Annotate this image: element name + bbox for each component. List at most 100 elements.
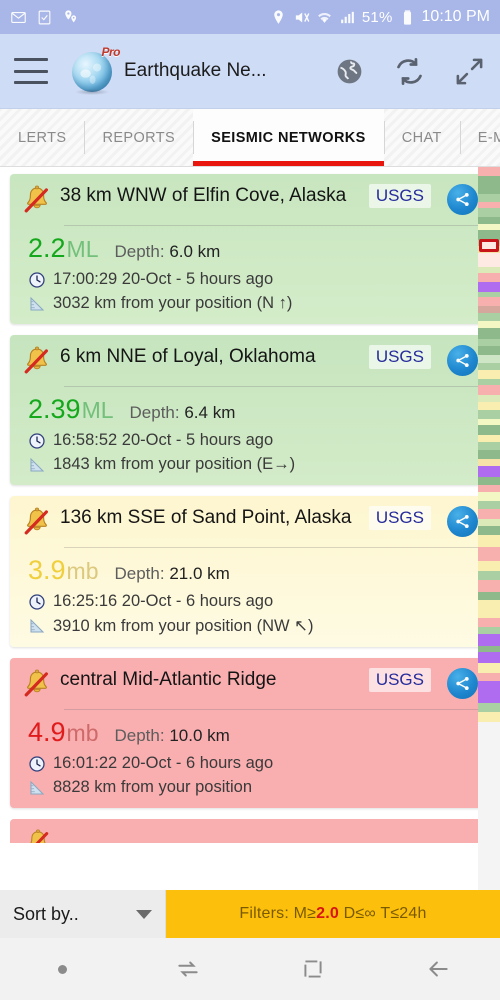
distance-row: 8828 km from your position (22, 778, 478, 797)
distance-row: 3032 km from your position (N ↑) (22, 294, 478, 313)
bell-muted-icon[interactable] (22, 507, 52, 539)
earthquake-card[interactable]: 38 km WNW of Elfin Cove, Alaska USGS 2.2 ML… (10, 174, 490, 324)
clock-icon (28, 593, 46, 611)
index-band (478, 208, 500, 217)
card-header: 38 km WNW of Elfin Cove, Alaska USGS (22, 183, 478, 217)
time-row: 16:01:22 20-Oct - 6 hours ago (22, 754, 478, 773)
magnitude-row: 2.2 ML Depth: 6.0 km (22, 232, 478, 265)
index-band (478, 561, 500, 571)
index-band (478, 442, 500, 450)
index-band (478, 306, 500, 313)
index-band (478, 681, 500, 703)
quake-location: 6 km NNE of Loyal, Oklahoma (60, 346, 316, 367)
index-band (478, 435, 500, 442)
share-button[interactable] (447, 184, 478, 215)
bell-muted-icon[interactable] (22, 346, 52, 378)
index-band (478, 346, 500, 355)
globe-icon (337, 59, 361, 83)
status-bar-right-icons: 51% 10:10 PM (270, 8, 490, 26)
index-current-marker[interactable] (479, 239, 499, 252)
share-button[interactable] (447, 668, 478, 699)
index-band (478, 217, 500, 224)
index-band (478, 526, 500, 535)
nav-home[interactable] (250, 956, 375, 982)
card-header: 136 km SSE of Sand Point, Alaska USGS (22, 505, 478, 539)
distance-row: 3910 km from your position (NW ↖) (22, 616, 478, 636)
earthquake-list[interactable]: 38 km WNW of Elfin Cove, Alaska USGS 2.2 ML… (0, 167, 500, 890)
magnitude-unit: ML (66, 236, 99, 262)
hamburger-menu-icon[interactable] (14, 58, 48, 84)
earthquake-card[interactable]: 6 km NNE of Loyal, Oklahoma USGS 2.39 ML Dep… (10, 335, 490, 485)
nav-recents[interactable] (125, 956, 250, 982)
index-band (478, 273, 500, 282)
ruler-icon (28, 617, 46, 635)
refresh-button[interactable] (392, 54, 426, 88)
earthquake-card[interactable]: central Mid-Atlantic Ridge USGS 4.9 mb Depth… (10, 658, 490, 808)
dot-icon (58, 964, 67, 974)
index-band (478, 535, 500, 547)
depth-info: Depth: 6.4 km (130, 403, 236, 423)
bell-muted-icon[interactable] (22, 185, 52, 217)
fullscreen-button[interactable] (452, 54, 486, 88)
bottom-toolbar: Sort by.. Filters: M≥2.0 D≤∞ T≤24h (0, 890, 500, 938)
tab-e-mails[interactable]: E-MAILS (459, 109, 500, 166)
app-bar: Pro Earthquake Ne... (0, 34, 500, 109)
index-band (478, 712, 500, 722)
source-badge[interactable]: USGS (368, 184, 431, 208)
tab-seismic-networks[interactable]: SEISMIC NETWORKS (193, 109, 384, 166)
index-band (478, 183, 500, 194)
source-badge[interactable]: USGS (368, 506, 431, 530)
card-header: 6 km NNE of Loyal, Oklahoma USGS (22, 344, 478, 378)
quake-location: 38 km WNW of Elfin Cove, Alaska (60, 185, 347, 206)
magnitude-row: 2.39 ML Depth: 6.4 km (22, 393, 478, 426)
quake-distance: 3910 km from your position (NW ↖) (53, 617, 314, 635)
logo-shadow (75, 89, 109, 95)
bell-muted-icon[interactable] (22, 669, 52, 701)
index-band (478, 194, 500, 202)
quake-time: 16:25:16 20-Oct - 6 hours ago (53, 592, 274, 610)
app-logo: Pro (70, 45, 120, 95)
nav-dot[interactable] (0, 964, 125, 974)
index-band (478, 321, 500, 328)
clock-icon (28, 432, 46, 450)
magnitude-row: 3.9 mb Depth: 21.0 km (22, 554, 478, 587)
earthquake-card-partial[interactable] (10, 819, 490, 843)
index-band (478, 167, 500, 176)
tab-chat[interactable]: CHAT (383, 109, 460, 166)
magnitude-index-scrollbar[interactable] (478, 167, 500, 890)
share-button[interactable] (447, 506, 478, 537)
sort-by-dropdown[interactable]: Sort by.. (0, 890, 166, 938)
quake-distance: 3032 km from your position (N ↑) (53, 294, 293, 312)
index-band (478, 477, 500, 485)
quake-distance: 1843 km from your position (E→) (53, 455, 296, 473)
depth-label: Depth: (129, 403, 180, 422)
index-band (478, 501, 500, 509)
index-band (478, 402, 500, 410)
index-band (478, 492, 500, 501)
depth-info: Depth: 21.0 km (115, 564, 230, 584)
index-band (478, 634, 500, 646)
source-badge[interactable]: USGS (368, 345, 431, 369)
index-band (478, 385, 500, 395)
nav-back[interactable] (375, 956, 500, 982)
battery-percent: 51% (361, 8, 393, 26)
location-pins-icon (65, 9, 77, 22)
pro-badge: Pro (101, 45, 120, 59)
clock-icon (28, 271, 46, 289)
time-row: 16:25:16 20-Oct - 6 hours ago (22, 592, 478, 611)
earthquake-card[interactable]: 136 km SSE of Sand Point, Alaska USGS 3.9 m… (10, 496, 490, 647)
source-badge[interactable]: USGS (368, 668, 431, 692)
tab-reports[interactable]: REPORTS (84, 109, 193, 166)
tab-lerts[interactable]: LERTS (0, 109, 84, 166)
index-band (478, 485, 500, 492)
map-globe-button[interactable] (332, 54, 366, 88)
index-band (478, 600, 500, 618)
share-button[interactable] (447, 345, 478, 376)
filters-button[interactable]: Filters: M≥2.0 D≤∞ T≤24h (166, 890, 500, 938)
index-band (478, 571, 500, 580)
status-bar: 51% 10:10 PM (0, 0, 500, 34)
quake-time: 17:00:29 20-Oct - 5 hours ago (53, 270, 274, 288)
bell-muted-icon (24, 829, 52, 843)
recents-icon (177, 961, 198, 977)
status-bar-left-icons (10, 9, 79, 26)
